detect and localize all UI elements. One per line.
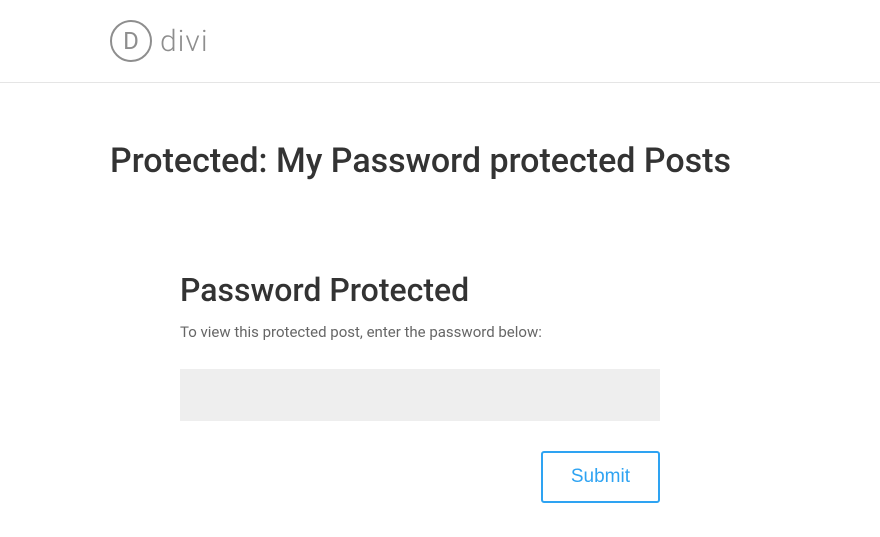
page-title: Protected: My Password protected Posts [110,141,770,181]
submit-button[interactable]: Submit [541,451,660,503]
logo-text: divi [160,24,209,59]
logo[interactable]: D divi [110,20,880,62]
logo-letter: D [123,27,139,55]
password-form-section: Password Protected To view this protecte… [110,271,770,503]
header: D divi [0,0,880,83]
form-heading: Password Protected [180,271,660,309]
form-instruction: To view this protected post, enter the p… [180,323,660,341]
form-actions: Submit [180,451,660,503]
content: Protected: My Password protected Posts P… [0,83,880,503]
password-input[interactable] [180,369,660,421]
logo-icon: D [110,20,152,62]
